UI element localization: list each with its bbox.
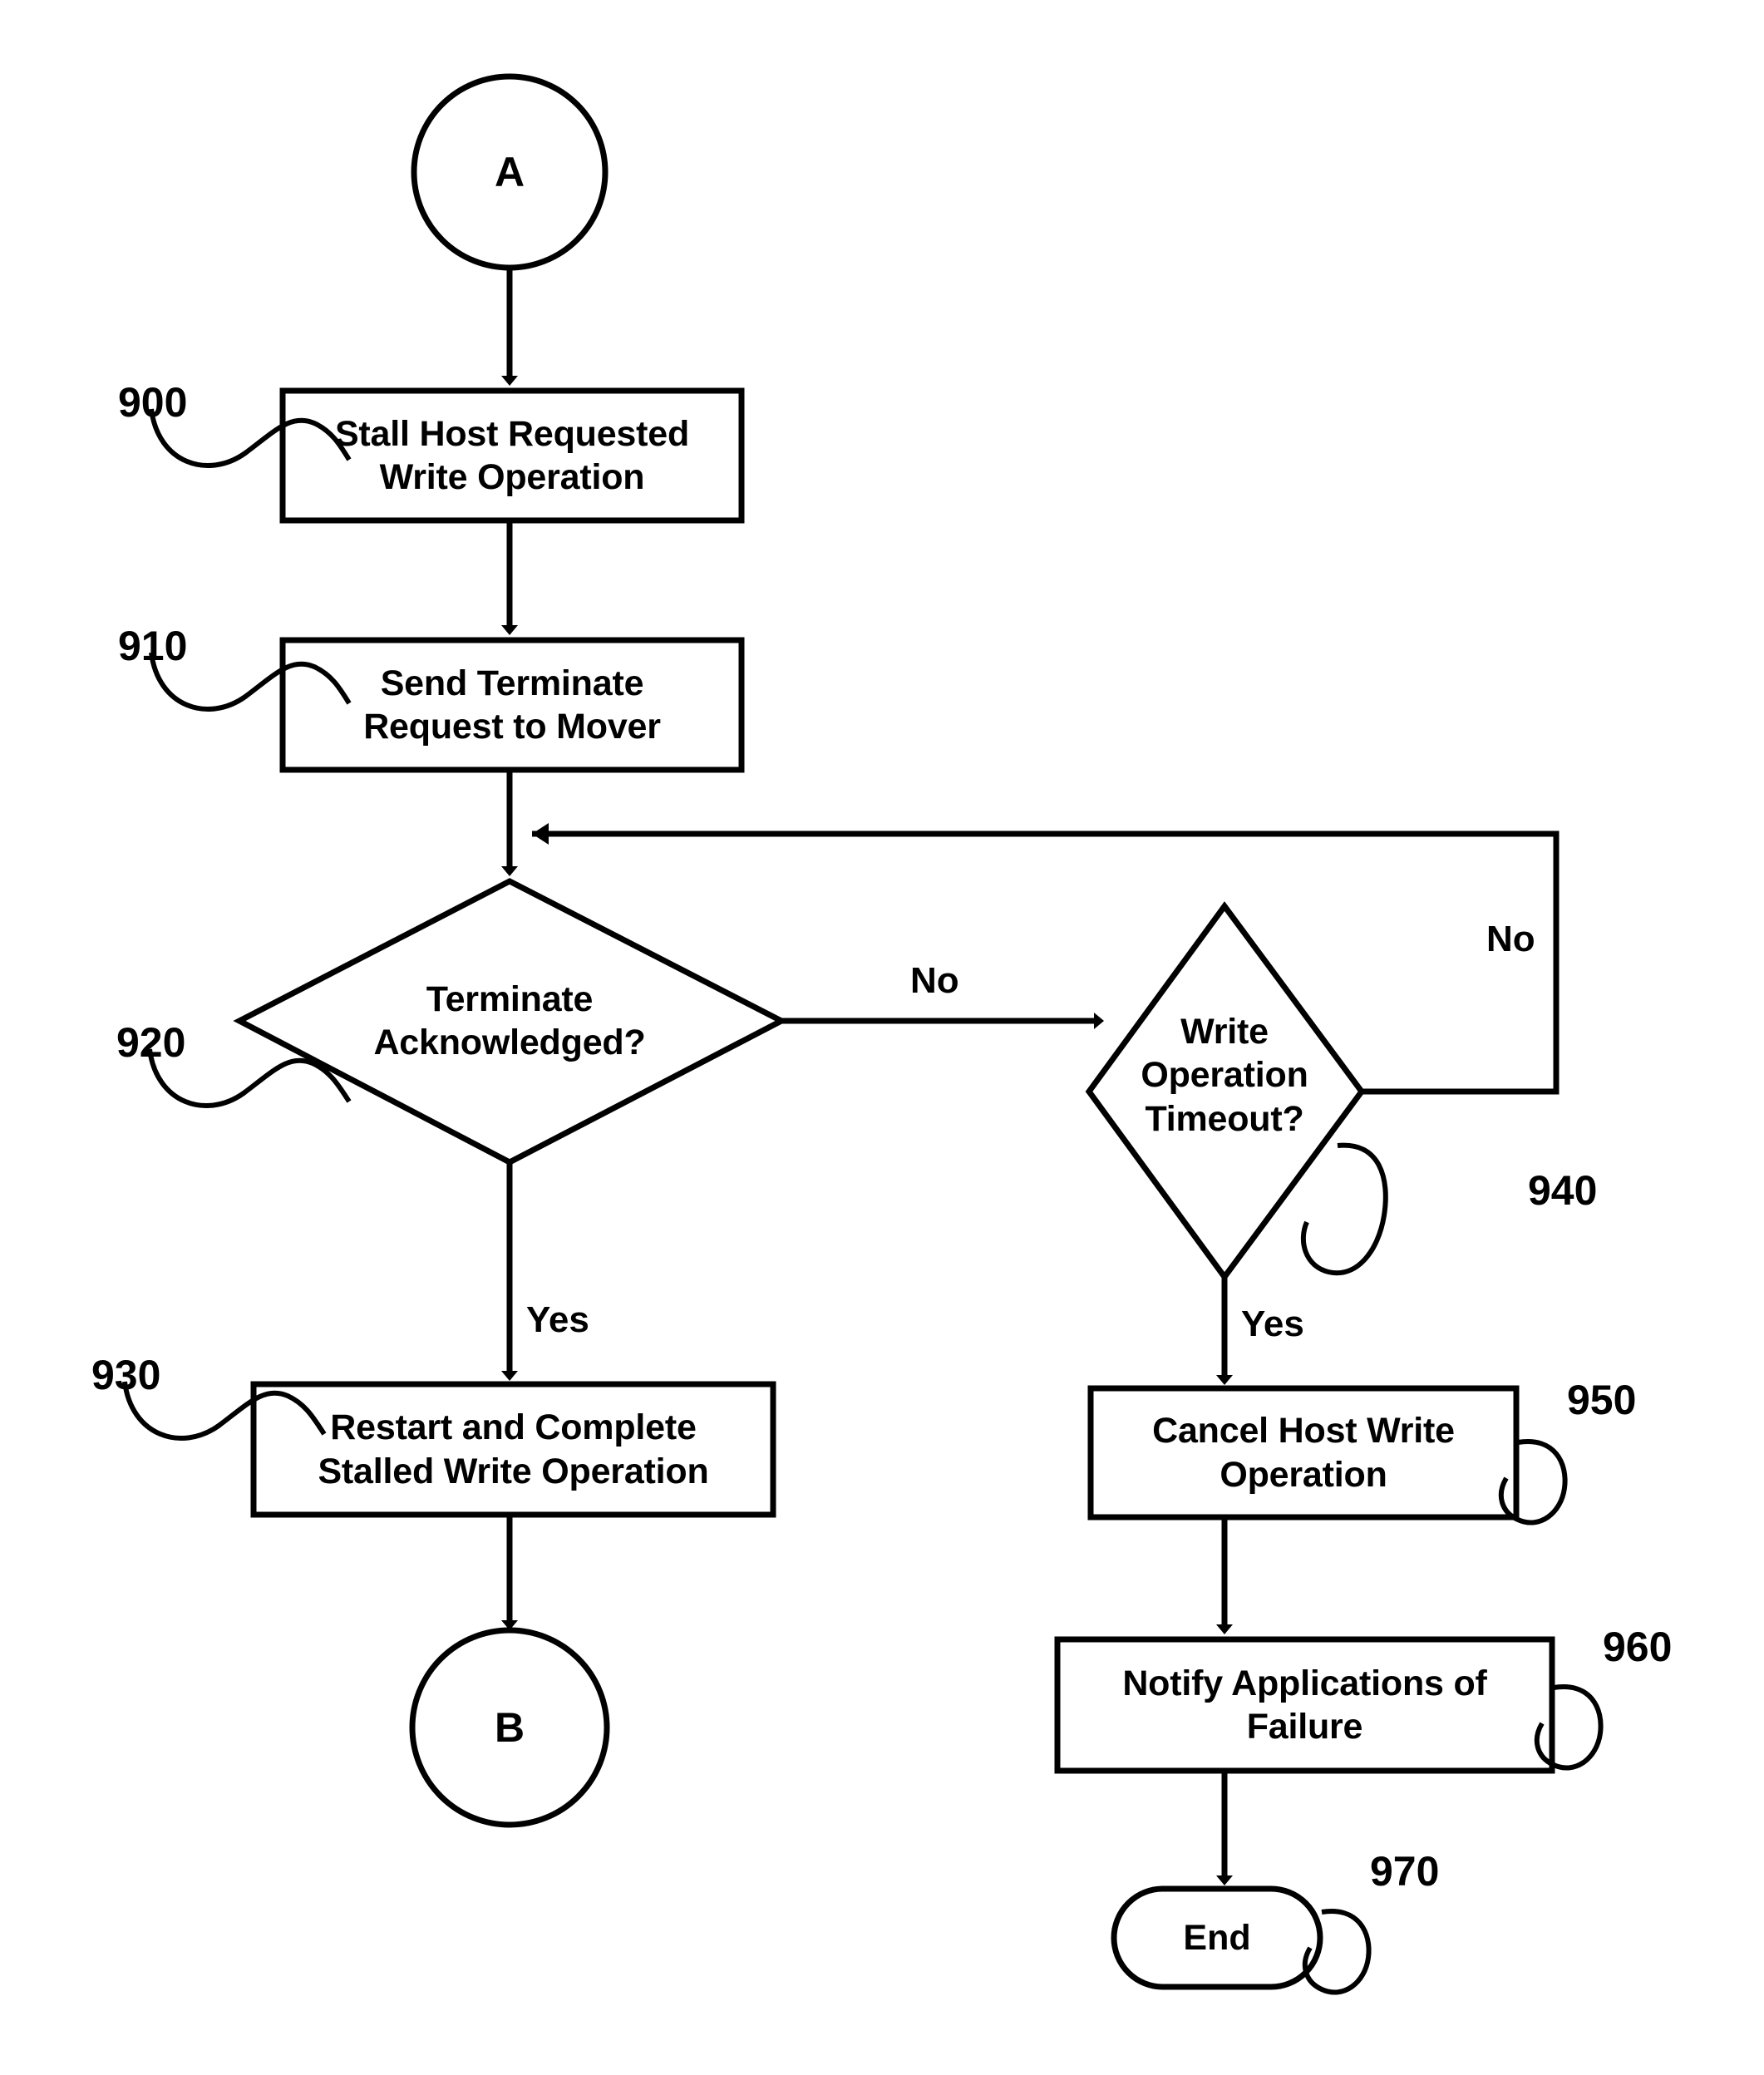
leader-line-950 bbox=[1498, 1439, 1568, 1525]
reference-numeral-970: 970 bbox=[1370, 1848, 1440, 1895]
edge-940-no-loopback bbox=[532, 830, 1560, 1095]
leader-line-970 bbox=[1302, 1909, 1372, 1995]
reference-numeral-950: 950 bbox=[1567, 1377, 1637, 1423]
loopback-arrowhead bbox=[532, 823, 549, 845]
edge-label-no-940-loopback: No bbox=[1486, 919, 1535, 959]
leader-line-940 bbox=[1300, 1142, 1388, 1276]
reference-numeral-920: 920 bbox=[116, 1019, 186, 1066]
connector-a-shape bbox=[411, 73, 609, 271]
edge-label-no-920-940: No bbox=[910, 960, 959, 1001]
decision-920-shape bbox=[233, 878, 788, 1166]
flowchart-page: A Stall Host Requested Write Operation S… bbox=[0, 0, 1764, 2075]
decision-940-shape bbox=[1085, 901, 1366, 1282]
leader-line-960 bbox=[1534, 1684, 1604, 1771]
step-900-shape bbox=[279, 387, 745, 524]
step-960-shape bbox=[1054, 1636, 1555, 1774]
step-910-shape bbox=[279, 637, 745, 773]
flowchart-canvas bbox=[122, 73, 1604, 1995]
step-930-shape bbox=[250, 1381, 776, 1518]
step-950-shape bbox=[1087, 1385, 1520, 1521]
reference-numeral-900: 900 bbox=[118, 379, 188, 426]
reference-numeral-960: 960 bbox=[1603, 1624, 1673, 1670]
reference-numeral-940: 940 bbox=[1528, 1167, 1598, 1214]
terminator-970-shape bbox=[1111, 1885, 1323, 1990]
reference-numeral-910: 910 bbox=[118, 623, 188, 669]
connector-b-shape bbox=[409, 1627, 610, 1828]
reference-numeral-930: 930 bbox=[91, 1352, 161, 1398]
edge-label-yes-940-950: Yes bbox=[1241, 1304, 1304, 1344]
edge-label-yes-920-930: Yes bbox=[526, 1299, 589, 1340]
